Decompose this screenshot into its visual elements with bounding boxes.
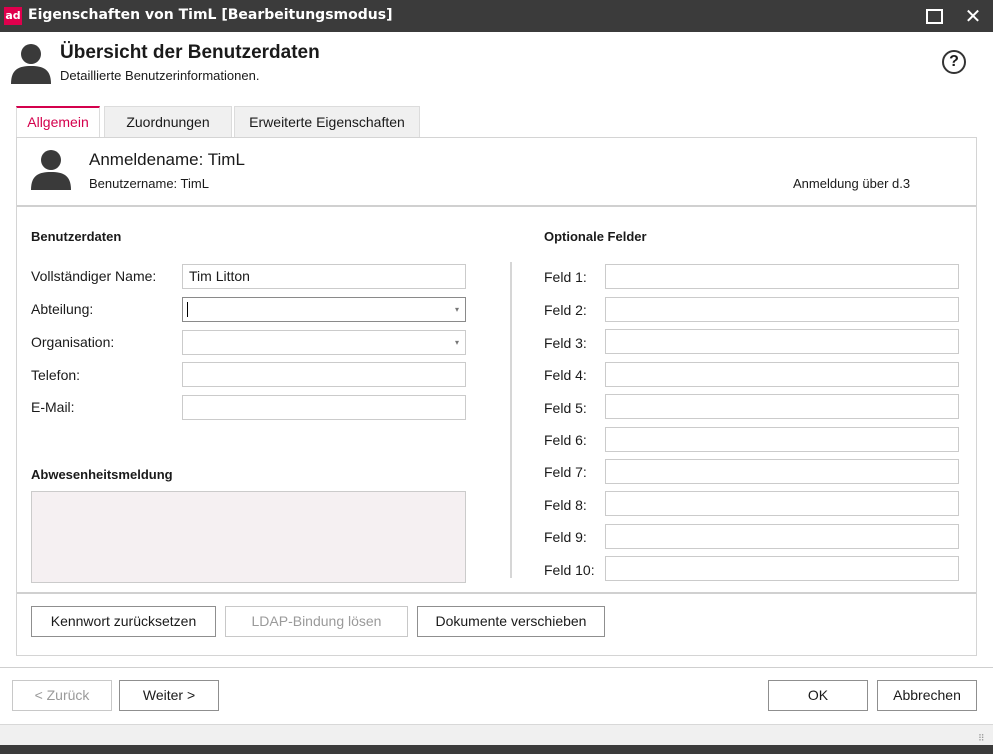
section-absence: Abwesenheitsmeldung <box>31 467 173 482</box>
ok-button[interactable]: OK <box>768 680 868 711</box>
department-label: Abteilung: <box>31 301 94 317</box>
phone-field[interactable] <box>182 362 466 387</box>
app-logo-icon: ad <box>4 7 22 25</box>
optional-field-9[interactable] <box>605 524 959 549</box>
optional-field-10[interactable] <box>605 556 959 581</box>
optional-field-label: Feld 5: <box>544 400 587 416</box>
optional-field-4[interactable] <box>605 362 959 387</box>
window-border <box>0 745 993 754</box>
optional-field-label: Feld 2: <box>544 302 587 318</box>
email-label: E-Mail: <box>31 399 75 415</box>
move-documents-button[interactable]: Dokumente verschieben <box>417 606 605 637</box>
next-button[interactable]: Weiter > <box>119 680 219 711</box>
optional-field-7[interactable] <box>605 459 959 484</box>
tab-general[interactable]: Allgemein <box>16 106 100 137</box>
user-avatar-icon <box>31 150 71 190</box>
optional-field-6[interactable] <box>605 427 959 452</box>
divider <box>17 592 976 594</box>
login-name: Anmeldename: TimL <box>89 150 245 169</box>
optional-field-1[interactable] <box>605 264 959 289</box>
optional-field-label: Feld 7: <box>544 464 587 480</box>
optional-field-8[interactable] <box>605 491 959 516</box>
optional-field-3[interactable] <box>605 329 959 354</box>
organisation-label: Organisation: <box>31 334 115 350</box>
close-icon: ✕ <box>964 4 982 28</box>
chevron-down-icon[interactable]: ▾ <box>455 331 459 354</box>
tab-assignments[interactable]: Zuordnungen <box>104 106 232 137</box>
unbind-ldap-button[interactable]: LDAP-Bindung lösen <box>225 606 408 637</box>
reset-password-button[interactable]: Kennwort zurücksetzen <box>31 606 216 637</box>
tab-extended-properties[interactable]: Erweiterte Eigenschaften <box>234 106 420 137</box>
optional-field-2[interactable] <box>605 297 959 322</box>
optional-field-label: Feld 8: <box>544 497 587 513</box>
optional-field-label: Feld 4: <box>544 367 587 383</box>
resize-grip-icon[interactable]: ⠿ <box>978 733 988 743</box>
page-subtitle: Detaillierte Benutzerinformationen. <box>60 68 260 83</box>
optional-field-label: Feld 3: <box>544 335 587 351</box>
username: Benutzername: TimL <box>89 176 209 191</box>
text-cursor <box>187 302 188 317</box>
cancel-button[interactable]: Abbrechen <box>877 680 977 711</box>
optional-field-label: Feld 9: <box>544 529 587 545</box>
status-bar <box>0 724 993 745</box>
phone-label: Telefon: <box>31 367 81 383</box>
optional-field-label: Feld 6: <box>544 432 587 448</box>
department-dropdown[interactable]: ▾ <box>182 297 466 322</box>
full-name-field[interactable]: Tim Litton <box>182 264 466 289</box>
login-method: Anmeldung über d.3 <box>793 176 911 191</box>
chevron-down-icon[interactable]: ▾ <box>455 298 459 321</box>
section-optional-fields: Optionale Felder <box>544 229 647 244</box>
optional-field-label: Feld 1: <box>544 269 587 285</box>
email-field[interactable] <box>182 395 466 420</box>
footer-divider <box>0 667 993 668</box>
column-divider <box>510 262 512 578</box>
maximize-button[interactable] <box>912 0 952 32</box>
close-button[interactable]: ✕ <box>954 0 992 32</box>
optional-field-5[interactable] <box>605 394 959 419</box>
full-name-label: Vollständiger Name: <box>31 268 157 284</box>
window-title: Eigenschaften von TimL [Bearbeitungsmodu… <box>28 7 393 23</box>
help-icon[interactable]: ? <box>942 50 966 74</box>
optional-field-label: Feld 10: <box>544 562 595 578</box>
section-user-data: Benutzerdaten <box>31 229 122 244</box>
back-button[interactable]: < Zurück <box>12 680 112 711</box>
page-title: Übersicht der Benutzerdaten <box>60 42 320 63</box>
absence-message-textarea[interactable] <box>31 491 466 583</box>
divider <box>17 205 976 207</box>
user-icon <box>11 44 51 84</box>
maximize-icon <box>926 9 943 24</box>
title-bar: ad Eigenschaften von TimL [Bearbeitungsm… <box>0 0 993 32</box>
organisation-dropdown[interactable]: ▾ <box>182 330 466 355</box>
